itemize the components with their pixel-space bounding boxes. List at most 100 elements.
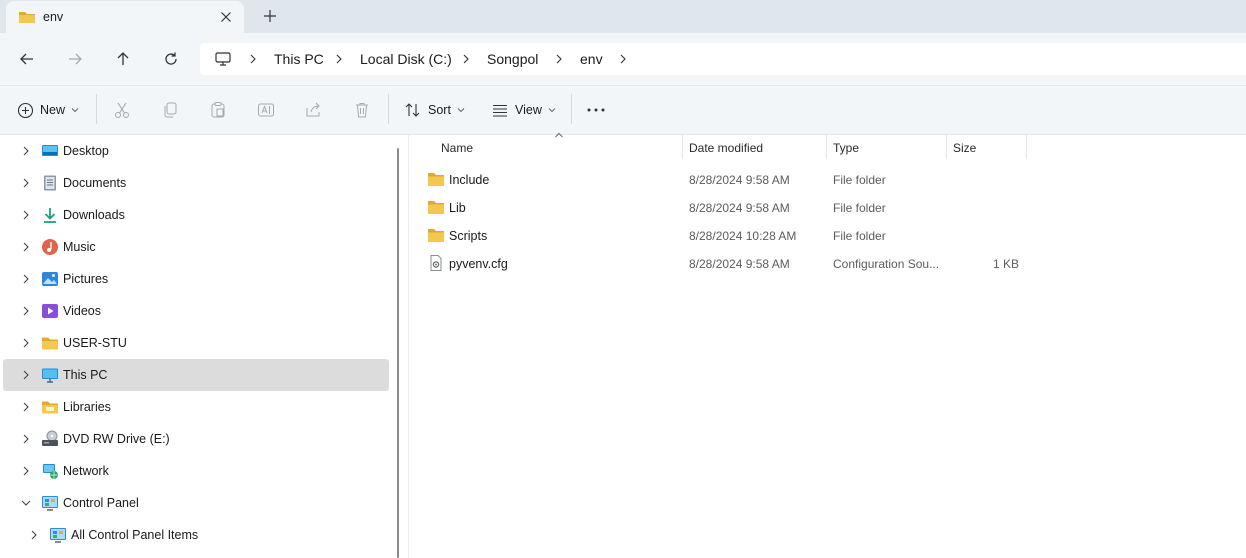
column-header-type[interactable]: Type [827, 135, 946, 161]
sidebar-item-this-pc[interactable]: This PC [3, 359, 389, 391]
copy-button[interactable] [161, 100, 179, 120]
computer-icon[interactable] [214, 51, 232, 67]
sidebar-item-label: All Control Panel Items [71, 528, 199, 542]
address-row: This PC Local Disk (C:) Songpol env [0, 33, 1246, 86]
column-divider[interactable] [1026, 135, 1027, 159]
chevron-right-icon[interactable] [20, 209, 32, 221]
sidebar-item-downloads[interactable]: Downloads [3, 199, 389, 231]
file-row-lib[interactable]: Lib 8/28/2024 9:58 AM File folder [425, 193, 1245, 221]
column-header-name[interactable]: Name [409, 132, 682, 161]
column-header-size[interactable]: Size [947, 135, 1026, 161]
delete-button[interactable] [353, 100, 371, 120]
sidebar-item-pictures[interactable]: Pictures [3, 263, 389, 295]
chevron-right-icon[interactable] [20, 337, 32, 349]
chevron-right-icon[interactable] [20, 241, 32, 253]
sort-ascending-icon [555, 132, 563, 138]
chevron-right-icon[interactable] [20, 305, 32, 317]
chevron-right-icon[interactable] [20, 145, 32, 157]
sidebar-item-dvd-drive[interactable]: DVD RW Drive (E:) [3, 423, 389, 455]
navigation-scrollbar[interactable] [397, 148, 399, 558]
view-button[interactable]: View [491, 100, 556, 120]
dvd-drive-icon [42, 430, 58, 446]
sidebar-item-label: Music [63, 240, 96, 254]
column-header-label: Type [833, 141, 860, 155]
forward-button[interactable] [65, 49, 85, 69]
config-file-icon [430, 255, 442, 271]
divider [388, 94, 389, 124]
chevron-right-icon[interactable] [20, 177, 32, 189]
chevron-right-icon[interactable] [461, 53, 471, 65]
chevron-right-icon[interactable] [28, 529, 40, 541]
cut-button[interactable] [113, 100, 131, 120]
sidebar-item-label: Desktop [63, 144, 109, 158]
documents-icon [44, 175, 56, 191]
chevron-right-icon[interactable] [20, 465, 32, 477]
videos-icon [42, 304, 58, 318]
breadcrumb-local-disk[interactable]: Local Disk (C:) [360, 51, 452, 67]
rename-button[interactable] [257, 100, 275, 120]
paste-button[interactable] [209, 100, 227, 120]
sidebar-item-documents[interactable]: Documents [3, 167, 389, 199]
sidebar-item-music[interactable]: Music [3, 231, 389, 263]
file-date: 8/28/2024 10:28 AM [689, 229, 797, 243]
sidebar-item-label: Control Panel [63, 496, 139, 510]
chevron-right-icon[interactable] [20, 369, 32, 381]
tab-env[interactable]: env [6, 1, 244, 33]
file-row-pyvenv-cfg[interactable]: pyvenv.cfg 8/28/2024 9:58 AM Configurati… [425, 249, 1245, 277]
chevron-right-icon[interactable] [248, 53, 258, 65]
sidebar-item-all-control-panel-items[interactable]: All Control Panel Items [3, 519, 389, 551]
sort-button[interactable]: Sort [404, 100, 465, 120]
copy-icon [164, 102, 177, 118]
refresh-icon [165, 52, 177, 65]
desktop-icon [42, 145, 58, 156]
chevron-right-icon[interactable] [20, 401, 32, 413]
file-row-include[interactable]: Include 8/28/2024 9:58 AM File folder [425, 165, 1245, 193]
breadcrumb-songpol[interactable]: Songpol [487, 51, 538, 67]
folder-icon [19, 12, 35, 23]
breadcrumb-this-pc[interactable]: This PC [274, 51, 324, 67]
sidebar-item-control-panel[interactable]: Control Panel [3, 487, 389, 519]
up-arrow-icon [117, 52, 129, 65]
back-button[interactable] [17, 49, 37, 69]
file-size: 1 KB [992, 257, 1019, 271]
file-type: File folder [833, 229, 886, 243]
chevron-down-icon[interactable] [20, 497, 32, 509]
refresh-button[interactable] [161, 49, 181, 69]
up-button[interactable] [113, 49, 133, 69]
address-bar[interactable]: This PC Local Disk (C:) Songpol env [200, 43, 1246, 75]
navigation-pane: Desktop Documents Downloads Music Pictur… [0, 135, 402, 558]
sidebar-item-videos[interactable]: Videos [3, 295, 389, 327]
sidebar-item-network[interactable]: Network [3, 455, 389, 487]
chevron-right-icon[interactable] [20, 273, 32, 285]
column-header-date[interactable]: Date modified [683, 135, 826, 161]
chevron-right-icon[interactable] [554, 53, 564, 65]
share-button[interactable] [305, 100, 323, 120]
new-button[interactable]: New [17, 100, 79, 120]
tab-title: env [43, 10, 64, 24]
sidebar-item-label: DVD RW Drive (E:) [63, 432, 170, 446]
file-type: Configuration Sou... [833, 257, 940, 271]
chevron-down-icon [457, 108, 465, 113]
sidebar-item-label: Documents [63, 176, 127, 190]
chevron-right-icon[interactable] [334, 53, 344, 65]
cut-icon [115, 102, 129, 118]
close-icon[interactable] [218, 9, 234, 25]
file-row-scripts[interactable]: Scripts 8/28/2024 10:28 AM File folder [425, 221, 1245, 249]
command-bar: New Sort View [0, 86, 1246, 135]
sidebar-item-desktop[interactable]: Desktop [3, 135, 389, 167]
breadcrumb-env[interactable]: env [580, 51, 603, 67]
plus-icon[interactable] [262, 8, 278, 24]
folder-icon [428, 201, 444, 214]
file-type: File folder [833, 173, 886, 187]
network-icon [43, 464, 58, 479]
sidebar-item-user-stu[interactable]: USER-STU [3, 327, 389, 359]
more-button[interactable] [586, 100, 606, 120]
libraries-icon [42, 401, 58, 414]
chevron-right-icon[interactable] [618, 53, 628, 65]
sidebar-item-libraries[interactable]: Libraries [3, 391, 389, 423]
view-label: View [515, 103, 542, 117]
column-header-label: Size [953, 141, 977, 155]
file-name: Scripts [449, 229, 488, 243]
sidebar-item-label: Libraries [63, 400, 111, 414]
chevron-right-icon[interactable] [20, 433, 32, 445]
